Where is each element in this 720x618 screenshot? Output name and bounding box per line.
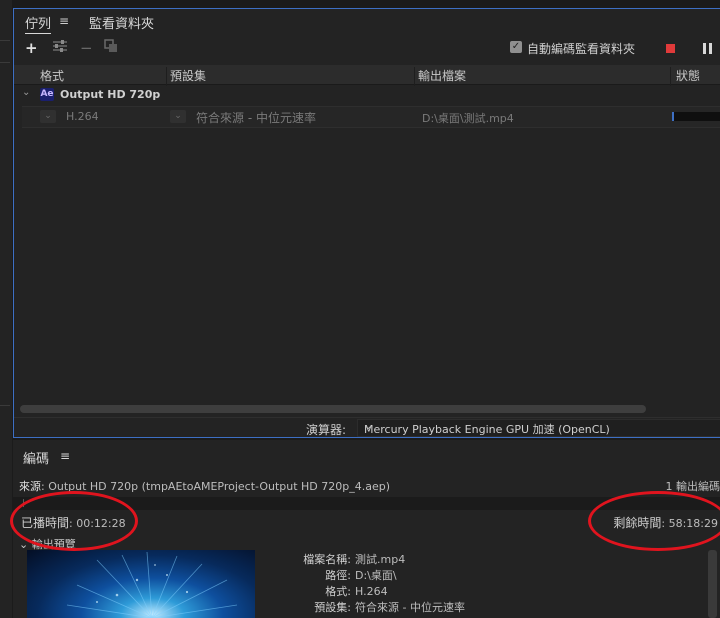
output-metadata: 檔案名稱: 測試.mp4 路徑: D:\桌面\ 格式: H.264 預設集: 符… <box>269 552 469 618</box>
sliders-icon[interactable] <box>52 39 68 57</box>
annotation-circle-elapsed <box>10 491 138 551</box>
format-label: 格式: <box>325 585 351 598</box>
item-output-file[interactable]: D:\桌面\測試.mp4 <box>422 110 514 126</box>
vertical-scrollbar[interactable] <box>708 550 717 618</box>
format-value: H.264 <box>355 585 388 598</box>
stop-queue-button[interactable] <box>666 44 675 53</box>
path-value: D:\桌面\ <box>355 569 397 582</box>
annotation-circle-remaining <box>588 491 720 551</box>
preset-label: 預設集: <box>314 601 351 614</box>
panel-menu-icon[interactable]: ≡ <box>60 449 70 463</box>
chevron-down-icon[interactable]: ⌄ <box>22 87 30 98</box>
after-effects-icon: Ae <box>40 88 54 101</box>
auto-encode-checkbox[interactable]: ✓ <box>510 41 522 53</box>
preset-dropdown-icon[interactable]: ⌄ <box>170 110 186 123</box>
plus-icon[interactable]: + <box>25 39 38 57</box>
tab-encoding[interactable]: 編碼 <box>23 448 49 467</box>
queue-group-row[interactable]: ⌄ Ae Output HD 720p <box>14 85 720 105</box>
item-format[interactable]: H.264 <box>66 110 99 123</box>
group-name: Output HD 720p <box>60 88 161 101</box>
column-status[interactable]: 狀態 <box>676 67 700 84</box>
tab-queue[interactable]: 佇列 <box>25 13 52 34</box>
queue-toolbar: + − ✓ 自動編碼監看資料夾 <box>14 37 720 61</box>
queue-item-row[interactable]: ⌄ H.264 ⌄ 符合來源 - 中位元速率 D:\桌面\測試.mp4 <box>22 106 720 128</box>
chevron-down-icon: ⌄ <box>364 421 373 432</box>
source-label: 來源 <box>19 480 41 493</box>
renderer-label: 演算器: <box>306 423 347 437</box>
panel-menu-icon[interactable]: ≡ <box>59 14 69 28</box>
queue-tabbar: 佇列 ≡ 監看資料夾 <box>14 9 720 35</box>
output-preview-thumbnail <box>27 550 255 618</box>
source-value: : Output HD 720p (tmpAEtoAMEProject-Outp… <box>41 480 391 493</box>
column-format[interactable]: 格式 <box>40 67 64 84</box>
horizontal-scrollbar[interactable] <box>20 405 646 413</box>
tab-watch-folders[interactable]: 監看資料夾 <box>89 13 154 32</box>
queue-column-header: 格式 預設集 輸出檔案 狀態 <box>14 65 720 86</box>
filename-value: 測試.mp4 <box>355 553 406 566</box>
duplicate-icon[interactable] <box>104 39 118 57</box>
preset-value: 符合來源 - 中位元速率 <box>355 601 465 614</box>
pause-queue-button[interactable] <box>702 43 713 54</box>
format-dropdown-icon[interactable]: ⌄ <box>40 110 56 123</box>
auto-encode-label: 自動編碼監看資料夾 <box>527 42 636 56</box>
filename-label: 檔案名稱: <box>303 553 351 566</box>
minus-icon[interactable]: − <box>80 39 93 57</box>
renderer-select[interactable]: Mercury Playback Engine GPU 加速 (OpenCL) … <box>357 419 720 437</box>
item-progress-bar <box>672 112 720 121</box>
renderer-bar: 演算器: Mercury Playback Engine GPU 加速 (Ope… <box>14 417 720 440</box>
path-label: 路徑: <box>325 569 351 582</box>
column-output-file[interactable]: 輸出檔案 <box>418 67 466 84</box>
queue-panel: 佇列 ≡ 監看資料夾 + − ✓ 自動編碼監看資料夾 格式 預設集 輸出檔案 狀… <box>13 8 720 438</box>
item-preset[interactable]: 符合來源 - 中位元速率 <box>196 109 316 126</box>
column-preset[interactable]: 預設集 <box>170 67 206 84</box>
